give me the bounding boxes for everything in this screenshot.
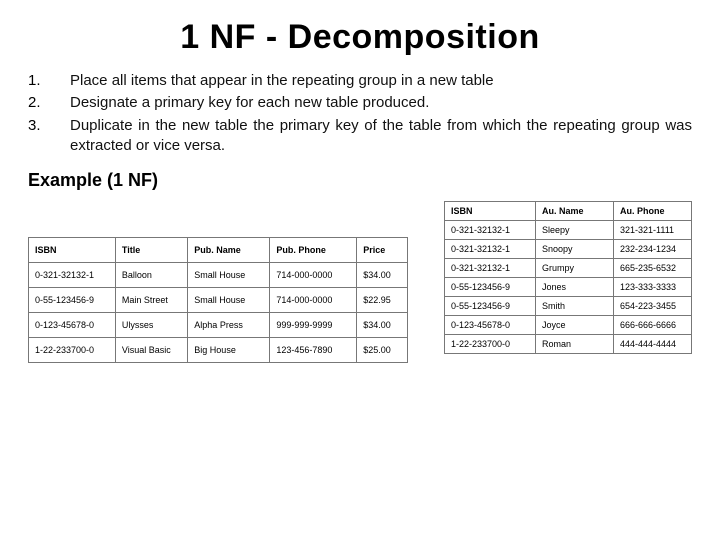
col-pubname: Pub. Name bbox=[188, 238, 270, 263]
list-number: 3. bbox=[28, 116, 70, 157]
table-row: 0-55-123456-9 Main Street Small House 71… bbox=[29, 288, 408, 313]
col-auphone: Au. Phone bbox=[614, 202, 692, 221]
list-text: Designate a primary key for each new tab… bbox=[70, 93, 692, 113]
table-row: 0-123-45678-0 Ulysses Alpha Press 999-99… bbox=[29, 313, 408, 338]
col-auname: Au. Name bbox=[536, 202, 614, 221]
steps-list: 1. Place all items that appear in the re… bbox=[28, 71, 692, 156]
list-text: Duplicate in the new table the primary k… bbox=[70, 116, 692, 157]
list-item: 2. Designate a primary key for each new … bbox=[28, 93, 692, 113]
col-isbn: ISBN bbox=[445, 202, 536, 221]
list-item: 1. Place all items that appear in the re… bbox=[28, 71, 692, 91]
list-text: Place all items that appear in the repea… bbox=[70, 71, 692, 91]
table-header-row: ISBN Au. Name Au. Phone bbox=[445, 202, 692, 221]
authors-table: ISBN Au. Name Au. Phone 0-321-32132-1 Sl… bbox=[444, 201, 692, 354]
list-number: 1. bbox=[28, 71, 70, 91]
page-title: 1 NF - Decomposition bbox=[28, 18, 692, 57]
col-pubphone: Pub. Phone bbox=[270, 238, 357, 263]
books-table: ISBN Title Pub. Name Pub. Phone Price 0-… bbox=[28, 237, 408, 363]
table-row: 0-55-123456-9 Smith 654-223-3455 bbox=[445, 297, 692, 316]
table-row: 0-321-32132-1 Balloon Small House 714-00… bbox=[29, 263, 408, 288]
table-row: 0-321-32132-1 Sleepy 321-321-1111 bbox=[445, 221, 692, 240]
list-item: 3. Duplicate in the new table the primar… bbox=[28, 116, 692, 157]
example-label: Example (1 NF) bbox=[28, 170, 692, 191]
list-number: 2. bbox=[28, 93, 70, 113]
table-row: 0-321-32132-1 Grumpy 665-235-6532 bbox=[445, 259, 692, 278]
tables-container: ISBN Title Pub. Name Pub. Phone Price 0-… bbox=[28, 201, 692, 363]
table-header-row: ISBN Title Pub. Name Pub. Phone Price bbox=[29, 238, 408, 263]
table-row: 0-321-32132-1 Snoopy 232-234-1234 bbox=[445, 240, 692, 259]
table-row: 0-55-123456-9 Jones 123-333-3333 bbox=[445, 278, 692, 297]
table-row: 0-123-45678-0 Joyce 666-666-6666 bbox=[445, 316, 692, 335]
col-isbn: ISBN bbox=[29, 238, 116, 263]
col-price: Price bbox=[357, 238, 408, 263]
col-title: Title bbox=[115, 238, 187, 263]
table-row: 1-22-233700-0 Roman 444-444-4444 bbox=[445, 335, 692, 354]
table-row: 1-22-233700-0 Visual Basic Big House 123… bbox=[29, 338, 408, 363]
